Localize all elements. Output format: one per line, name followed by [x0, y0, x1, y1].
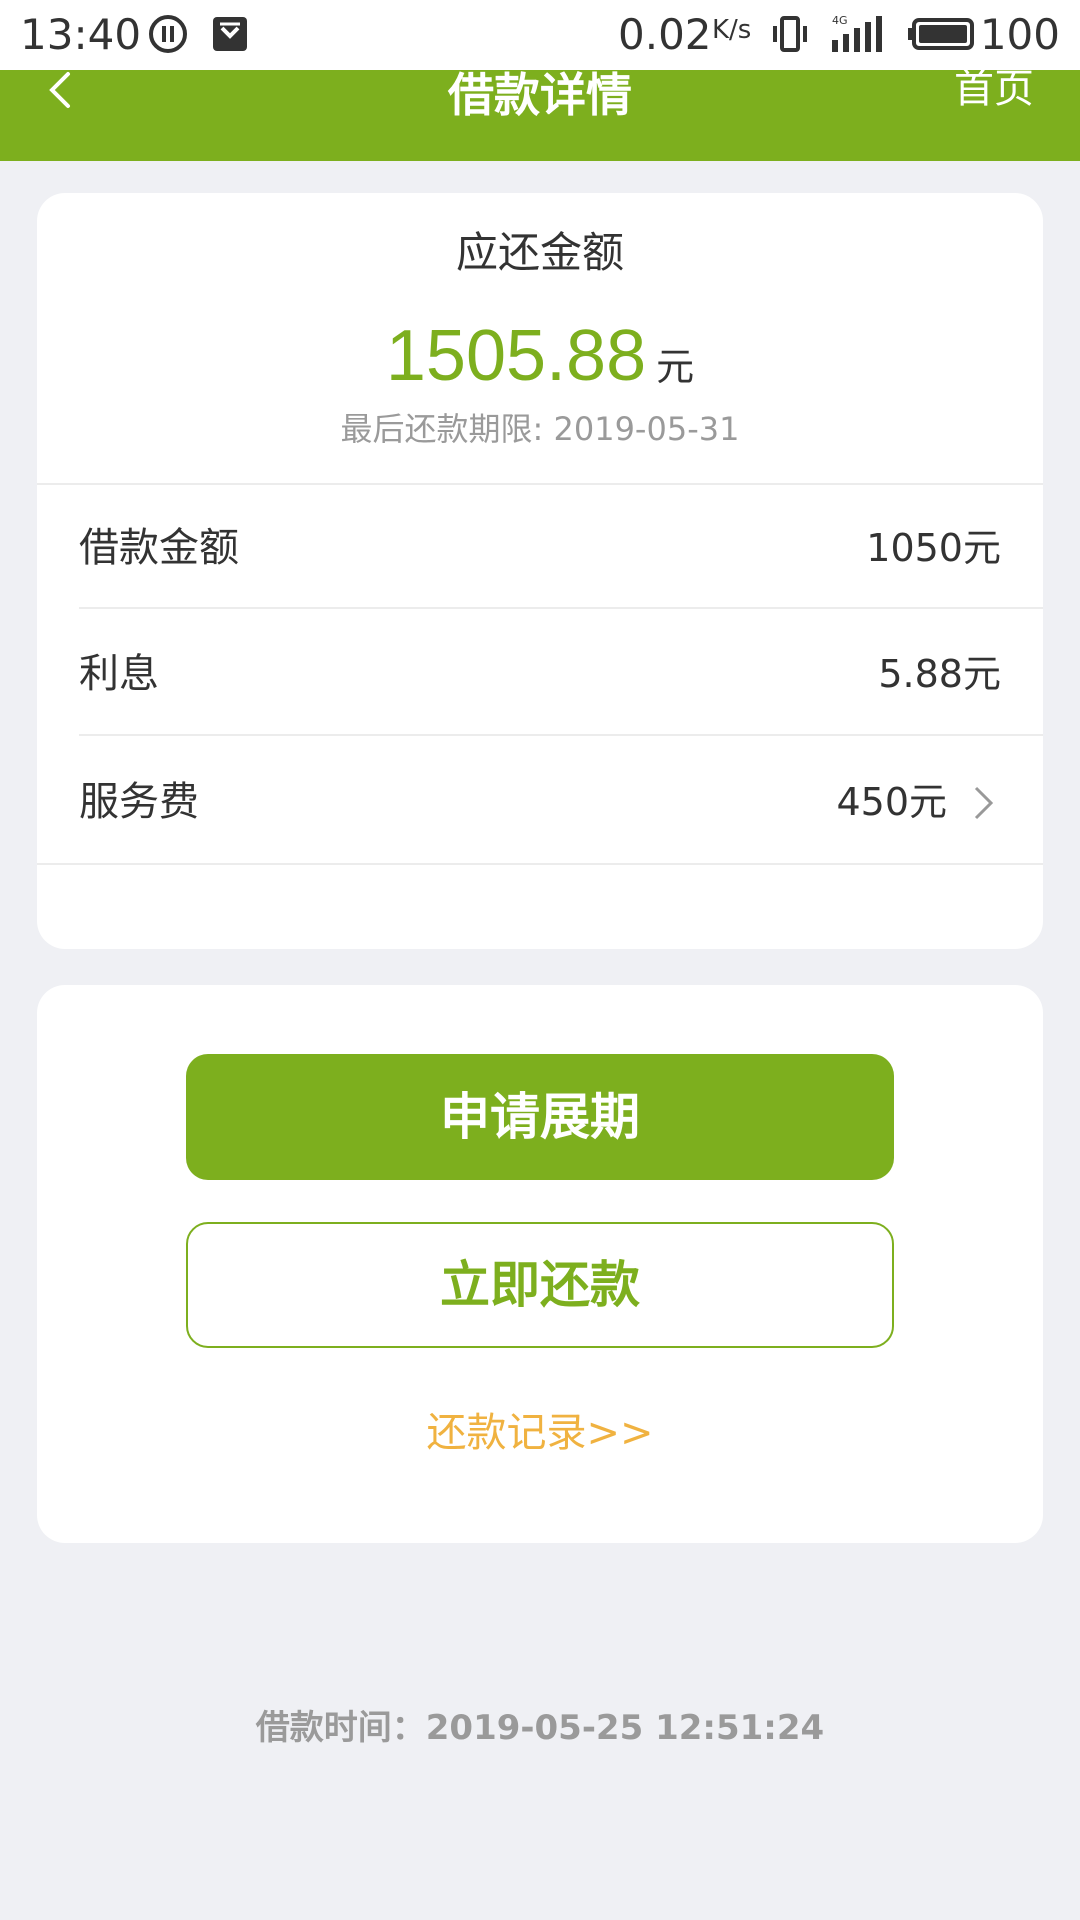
amount-due-title: 应还金额 — [455, 228, 624, 277]
detail-label: 服务费 — [79, 779, 199, 825]
detail-row-service-fee[interactable]: 服务费 450元 — [79, 739, 1001, 865]
battery-level: 100 — [979, 10, 1060, 59]
detail-value: 5.88元 — [878, 652, 1001, 696]
network-type-label: 4G — [832, 14, 848, 27]
amount-due-unit: 元 — [656, 345, 695, 389]
status-bar: 13:40 0.02 K/s 4G 100 — [0, 0, 1080, 70]
battery-icon — [908, 18, 974, 50]
pause-circle-icon — [149, 15, 187, 53]
detail-label: 借款金额 — [79, 525, 239, 571]
detail-row-loan-amount: 借款金额 1050元 — [79, 485, 1001, 611]
chevron-right-icon — [974, 786, 994, 820]
divider — [79, 607, 1043, 609]
repayment-summary-card: 应还金额 1505.88 元 最后还款期限: 2019-05-31 借款金额 10… — [37, 193, 1043, 949]
repay-now-button[interactable]: 立即还款 — [186, 1222, 894, 1348]
page-title: 借款详情 — [448, 68, 632, 122]
network-speed-unit: K/s — [712, 15, 752, 45]
loan-time: 借款时间：2019-05-25 12:51:24 — [255, 1708, 825, 1748]
amount-due: 1505.88 元 — [37, 311, 1043, 420]
status-time: 13:40 — [20, 10, 142, 59]
signal-icon: 4G — [832, 14, 882, 52]
detail-label: 利息 — [79, 651, 159, 697]
vibrate-icon — [773, 16, 807, 52]
detail-row-interest: 利息 5.88元 — [79, 611, 1001, 737]
nav-bar: 借款详情 首页 — [0, 66, 1080, 161]
detail-value: 450元 — [836, 780, 947, 824]
divider — [79, 734, 1043, 736]
apply-extension-button[interactable]: 申请展期 — [186, 1054, 894, 1180]
detail-value: 1050元 — [866, 526, 1001, 570]
shield-icon — [213, 17, 247, 51]
repay-record-link[interactable]: 还款记录>> — [37, 1405, 1043, 1461]
amount-due-value: 1505.88 — [385, 316, 647, 396]
actions-card: 申请展期 立即还款 还款记录>> — [37, 985, 1043, 1543]
divider — [37, 863, 1043, 865]
home-link[interactable]: 首页 — [954, 64, 1034, 114]
network-speed: 0.02 — [618, 10, 712, 59]
repayment-deadline: 最后还款期限: 2019-05-31 — [340, 410, 740, 448]
